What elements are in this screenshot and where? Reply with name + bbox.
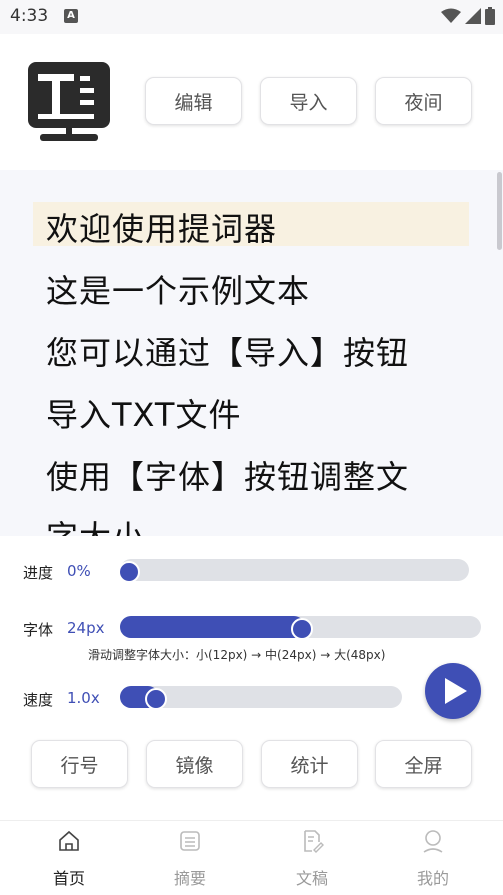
document-edit-icon bbox=[304, 830, 324, 853]
progress-value: 0% bbox=[67, 562, 91, 580]
home-icon bbox=[59, 830, 79, 851]
notification-icon: A bbox=[64, 9, 78, 23]
font-size-value: 24px bbox=[67, 619, 105, 637]
nav-item-summary[interactable]: 摘要 bbox=[150, 821, 230, 895]
font-size-slider-fill bbox=[120, 616, 305, 638]
text-scrollbar[interactable] bbox=[497, 172, 502, 250]
speed-label: 速度 bbox=[23, 691, 54, 709]
nav-item-documents[interactable]: 文稿 bbox=[272, 821, 352, 895]
font-size-label: 字体 bbox=[23, 621, 54, 639]
edit-button[interactable]: 编辑 bbox=[145, 77, 242, 125]
font-size-slider-thumb[interactable] bbox=[290, 618, 313, 640]
nav-item-home[interactable]: 首页 bbox=[29, 821, 109, 895]
progress-slider[interactable] bbox=[120, 559, 469, 581]
text-line: 导入TXT文件 bbox=[46, 396, 242, 434]
fullscreen-button[interactable]: 全屏 bbox=[375, 740, 472, 788]
nav-label: 摘要 bbox=[173, 869, 206, 888]
progress-slider-thumb[interactable] bbox=[118, 561, 140, 583]
import-button[interactable]: 导入 bbox=[260, 77, 357, 125]
line-number-button[interactable]: 行号 bbox=[31, 740, 128, 788]
battery-icon bbox=[485, 7, 495, 25]
text-line: 欢迎使用提词器 bbox=[46, 210, 278, 248]
nav-item-profile[interactable]: 我的 bbox=[393, 821, 473, 895]
speed-value: 1.0x bbox=[67, 689, 100, 707]
profile-icon bbox=[423, 830, 443, 853]
teleprompter-logo-icon bbox=[28, 62, 110, 141]
font-size-hint: 滑动调整字体大小：小(12px) → 中(24px) → 大(48px) bbox=[88, 648, 386, 662]
nav-label: 首页 bbox=[52, 869, 85, 888]
prompter-text-area[interactable]: 欢迎使用提词器 这是一个示例文本 您可以通过【导入】按钮 导入TXT文件 使用【… bbox=[0, 170, 503, 536]
nav-label: 文稿 bbox=[295, 869, 328, 888]
text-line: 字大小 bbox=[46, 512, 145, 536]
signal-icon bbox=[465, 8, 481, 24]
play-button[interactable] bbox=[425, 663, 481, 719]
status-bar: 4:33 A bbox=[0, 0, 503, 34]
play-icon bbox=[445, 678, 467, 704]
app-header: 编辑 导入 夜间 bbox=[0, 34, 503, 170]
mirror-button[interactable]: 镜像 bbox=[146, 740, 243, 788]
wifi-icon bbox=[441, 8, 461, 23]
night-mode-button[interactable]: 夜间 bbox=[375, 77, 472, 125]
summary-icon bbox=[180, 831, 200, 851]
speed-slider-thumb[interactable] bbox=[144, 688, 167, 710]
stats-button[interactable]: 统计 bbox=[261, 740, 358, 788]
nav-label: 我的 bbox=[416, 869, 449, 888]
status-time: 4:33 bbox=[10, 6, 49, 26]
text-line: 您可以通过【导入】按钮 bbox=[46, 334, 410, 372]
controls-panel: 进度 0% 字体 24px 滑动调整字体大小：小(12px) → 中(24px)… bbox=[0, 536, 503, 820]
text-line: 这是一个示例文本 bbox=[46, 272, 311, 310]
status-icons bbox=[441, 7, 495, 25]
progress-label: 进度 bbox=[23, 564, 54, 582]
bottom-nav: 首页 摘要 文稿 我的 bbox=[0, 820, 503, 895]
text-line: 使用【字体】按钮调整文 bbox=[46, 458, 410, 496]
